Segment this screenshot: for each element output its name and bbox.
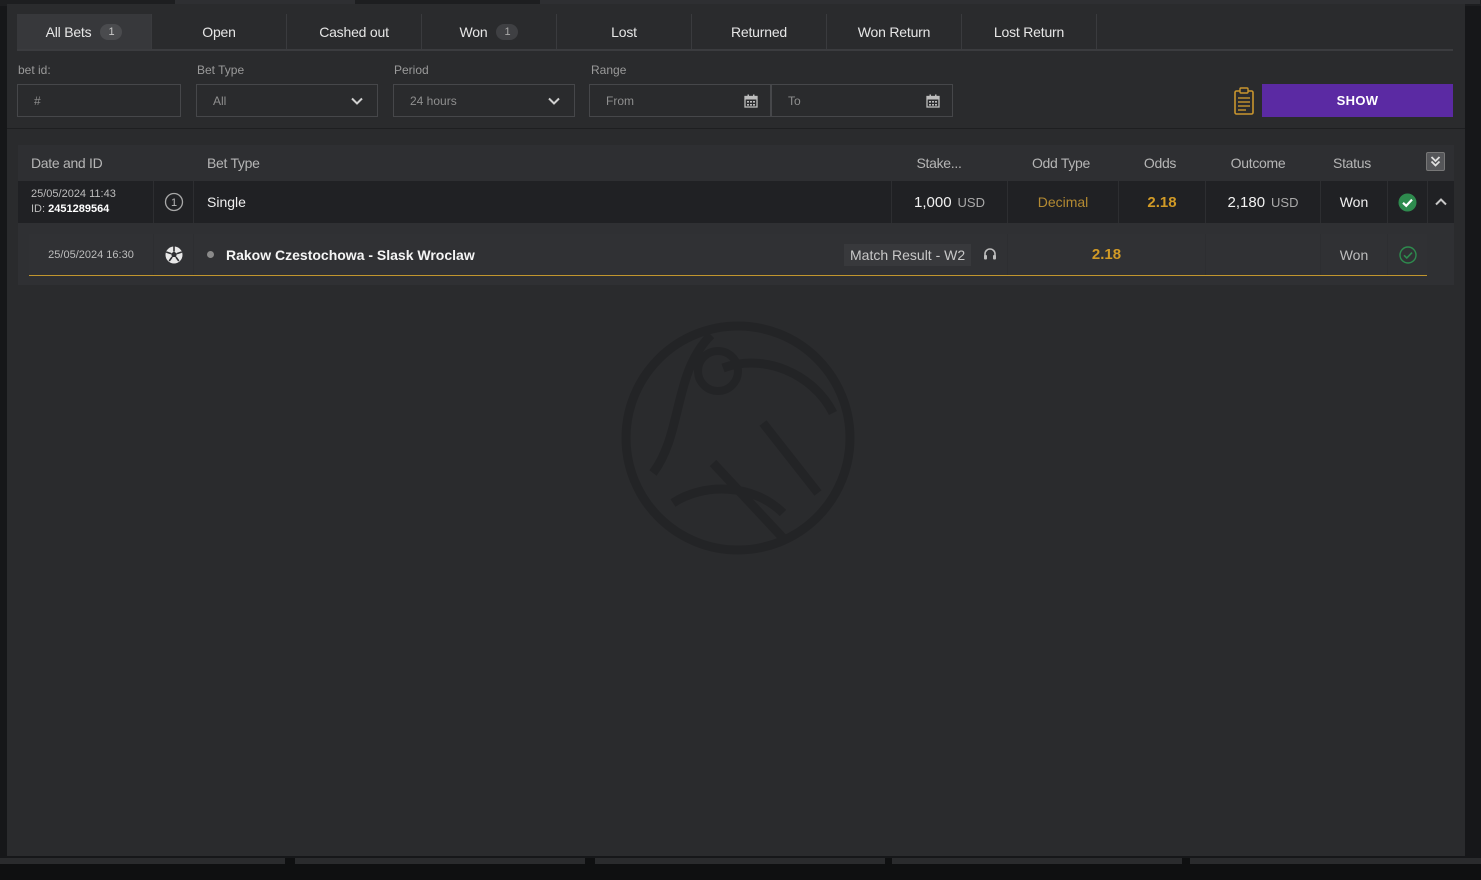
header-bet-type: Bet Type (207, 155, 260, 171)
market-label: Match Result - W2 (844, 244, 972, 266)
status-icon-cell (1388, 181, 1428, 223)
chevron-down-icon (548, 97, 560, 105)
odds-cell: 2.18 (1119, 181, 1206, 223)
filters-divider (7, 128, 1465, 129)
outcome-amount: 2,180 (1227, 193, 1266, 211)
bottom-strip (0, 858, 1481, 880)
tab-all-bets[interactable]: All Bets 1 (17, 14, 152, 50)
bet-row[interactable]: 25/05/2024 11:43 ID: 2451289564 1 Single… (18, 181, 1454, 223)
header-odds: Odds (1143, 155, 1177, 171)
period-select[interactable]: 24 hours (393, 84, 575, 117)
selection-row: 25/05/2024 16:30 Rakow Czestochowa - Sla… (29, 234, 1427, 276)
tab-label: Cashed out (319, 24, 389, 40)
bet-id-placeholder: # (34, 93, 41, 108)
live-dot (207, 251, 214, 258)
clipboard-icon[interactable] (1233, 87, 1255, 115)
status-cell: Won (1321, 181, 1388, 223)
range-to-input[interactable]: To (771, 84, 953, 117)
tab-won[interactable]: Won 1 (422, 14, 557, 50)
tab-cashed-out[interactable]: Cashed out (287, 14, 422, 50)
outcome-cell: 2,180 USD (1206, 181, 1321, 223)
table-header: Date and ID Bet Type Stake... Odd Type O… (18, 145, 1454, 181)
selection-odds: 2.18 (1008, 234, 1206, 275)
tab-won-return[interactable]: Won Return (827, 14, 962, 50)
bet-count-cell: 1 (154, 181, 194, 223)
selection-odds-value: 2.18 (1091, 246, 1122, 263)
bet-type-cell: Single (194, 181, 892, 223)
bet-history-panel: All Bets 1 Open Cashed out Won 1 Lost Re… (7, 4, 1465, 856)
tab-lost[interactable]: Lost (557, 14, 692, 50)
bet-type-select[interactable]: All (196, 84, 378, 117)
selection-date-cell: 25/05/2024 16:30 (29, 234, 154, 275)
odd-type-cell: Decimal (1008, 181, 1119, 223)
tab-returned[interactable]: Returned (692, 14, 827, 50)
selection-count-icon: 1 (164, 192, 183, 212)
bet-id-value: 2451289564 (48, 203, 110, 215)
sport-icon-cell (154, 234, 194, 275)
header-status: Status (1333, 155, 1371, 171)
bet-id-line: ID: 2451289564 (31, 202, 109, 217)
stake-amount: 1,000 (914, 193, 952, 211)
range-to-placeholder: To (788, 93, 801, 108)
collapse-all-button[interactable] (1426, 152, 1445, 171)
bottom-strip-segment (1190, 858, 1481, 864)
range-from-placeholder: From (606, 93, 634, 108)
bet-id-prefix: ID: (31, 203, 46, 215)
tab-label: Lost (611, 24, 637, 40)
filter-tabs: All Bets 1 Open Cashed out Won 1 Lost Re… (17, 14, 1097, 50)
range-label: Range (591, 63, 627, 77)
calendar-icon[interactable] (744, 94, 758, 108)
header-odd-type: Odd Type (1031, 155, 1091, 171)
show-button[interactable]: SHOW (1262, 84, 1453, 117)
period-label: Period (394, 63, 429, 77)
tab-label: Won Return (857, 24, 931, 40)
selection-status: Won (1321, 234, 1388, 275)
tab-count-badge: 1 (100, 24, 123, 40)
bet-type-value: All (213, 93, 227, 108)
watermark-logo (621, 321, 855, 555)
selection-count: 1 (170, 197, 176, 209)
selection-event-cell: Rakow Czestochowa - Slask Wroclaw Match … (194, 234, 1008, 275)
expand-toggle[interactable] (1428, 181, 1454, 223)
bottom-strip-segment (0, 858, 285, 864)
event-name: Rakow Czestochowa - Slask Wroclaw (226, 246, 475, 263)
chevron-down-icon (351, 97, 363, 105)
check-circle-outline-icon (1398, 245, 1417, 264)
tab-count-badge: 1 (496, 24, 519, 40)
bet-date-id-cell: 25/05/2024 11:43 ID: 2451289564 (18, 181, 154, 223)
stake-currency: USD (957, 194, 985, 210)
header-stake: Stake... (916, 155, 962, 171)
tab-label: Open (202, 24, 236, 40)
double-chevron-down-icon (1430, 156, 1441, 167)
bet-details: 25/05/2024 16:30 Rakow Czestochowa - Sla… (18, 223, 1454, 285)
check-circle-icon (1398, 193, 1417, 211)
tab-open[interactable]: Open (152, 14, 287, 50)
tab-label: Returned (731, 24, 787, 40)
selection-date: 25/05/2024 16:30 (48, 248, 134, 261)
header-outcome: Outcome (1230, 155, 1286, 171)
bet-id-label: bet id: (18, 63, 51, 77)
calendar-icon[interactable] (926, 94, 940, 108)
bottom-strip-segment (595, 858, 885, 864)
tab-label: All Bets (45, 24, 92, 40)
bet-type-label: Bet Type (197, 63, 245, 77)
stake-cell: 1,000 USD (892, 181, 1008, 223)
selection-outcome-cell (1206, 234, 1321, 275)
tab-label: Lost Return (993, 24, 1065, 40)
header-date-id: Date and ID (31, 155, 103, 171)
period-value: 24 hours (410, 93, 457, 108)
chevron-up-icon (1435, 198, 1447, 206)
bottom-strip-segment (892, 858, 1182, 864)
tabs-divider (17, 49, 1453, 51)
selection-status-icon-cell (1388, 234, 1427, 275)
tab-label: Won (459, 24, 488, 40)
bet-date: 25/05/2024 11:43 (31, 188, 116, 200)
bet-id-input[interactable]: # (17, 84, 181, 117)
outcome-currency: USD (1271, 194, 1299, 210)
soccer-ball-icon (165, 246, 182, 263)
tab-lost-return[interactable]: Lost Return (962, 14, 1097, 50)
range-from-input[interactable]: From (589, 84, 771, 117)
headset-icon[interactable] (983, 247, 997, 261)
bottom-strip-segment (295, 858, 585, 864)
